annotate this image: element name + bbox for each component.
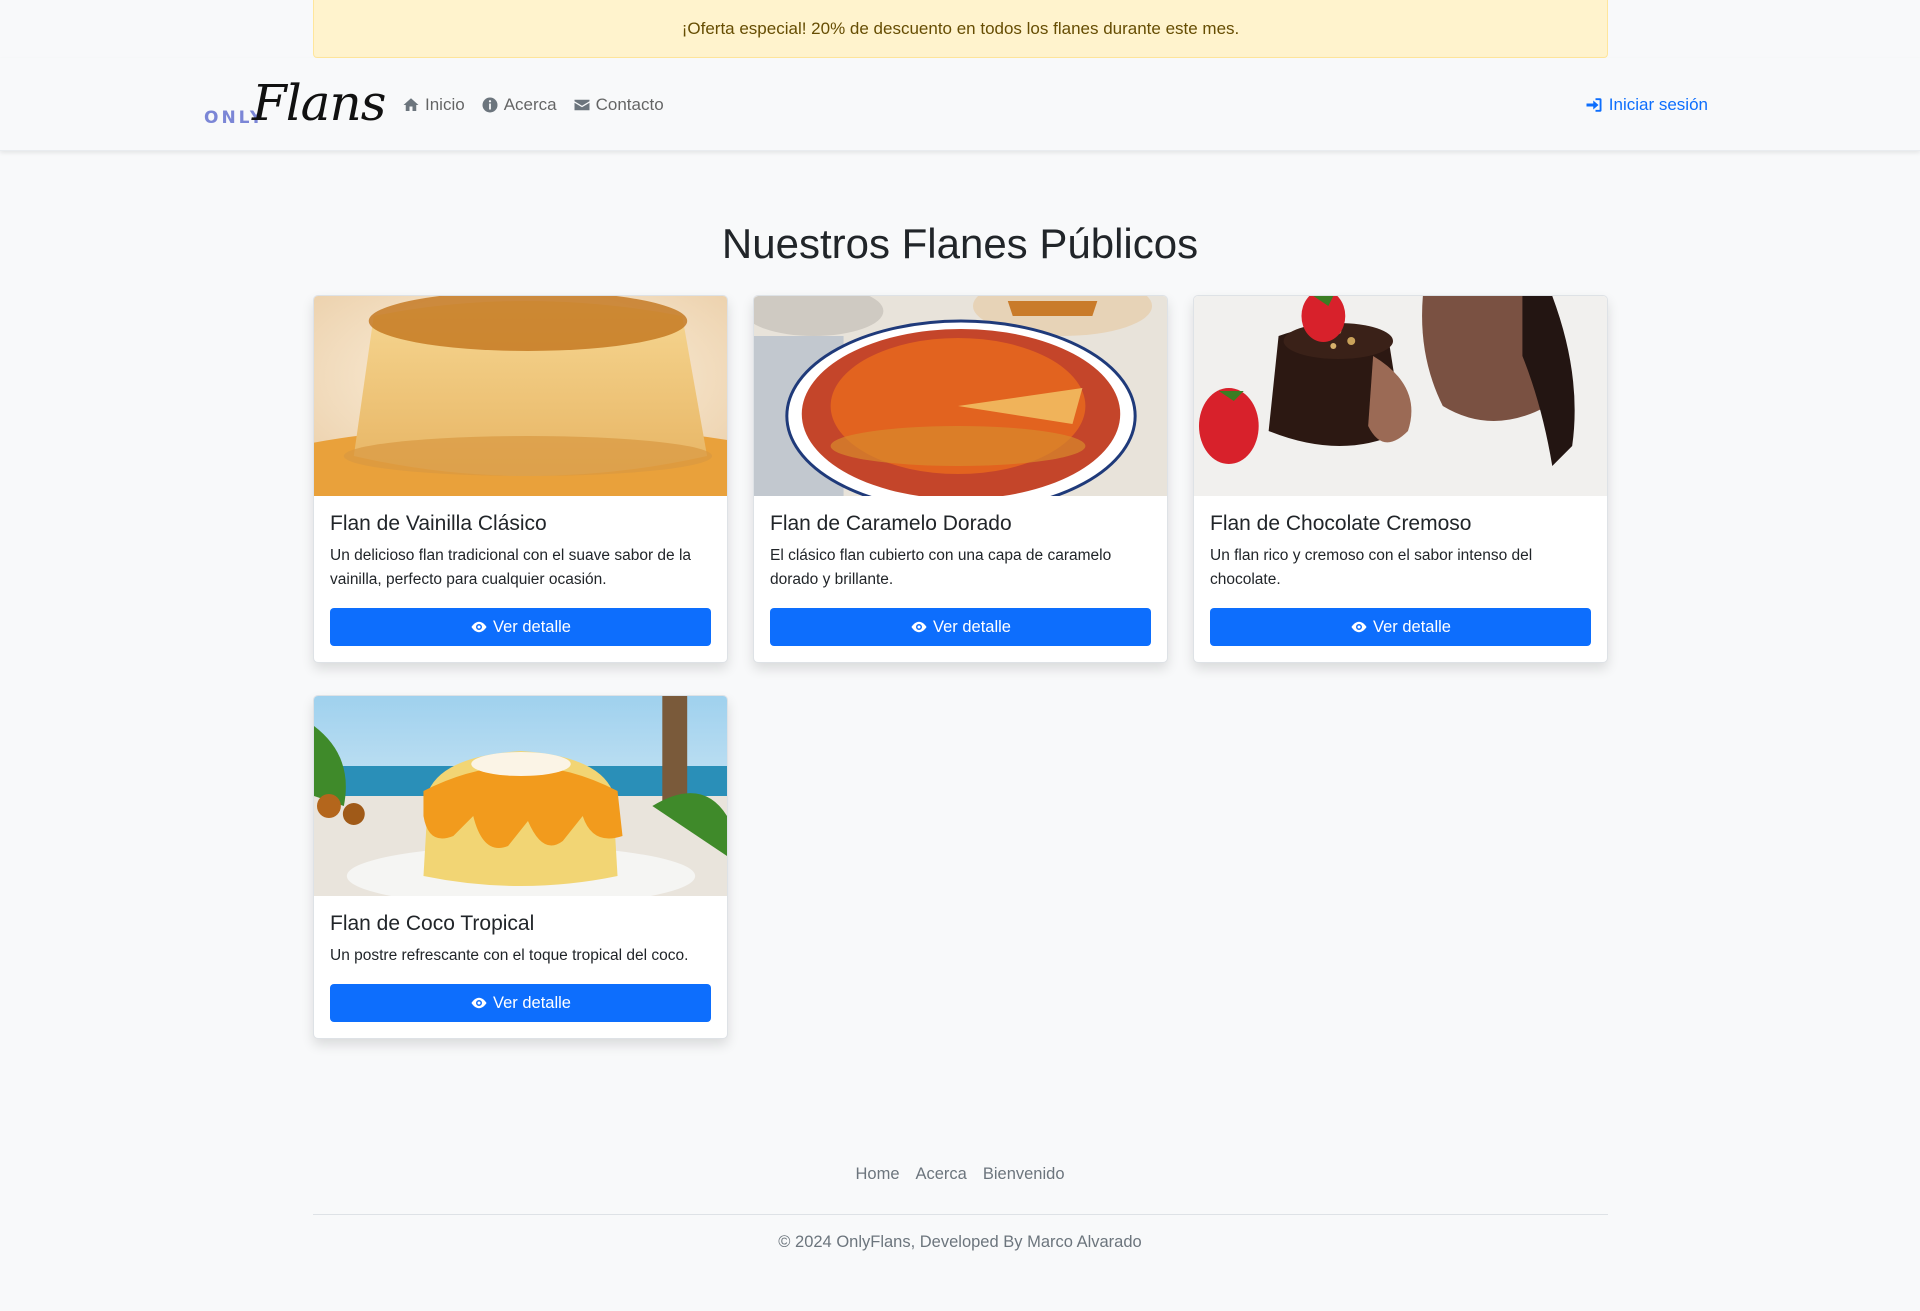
- footer-link-acerca[interactable]: Acerca: [916, 1165, 967, 1184]
- eye-icon: [911, 621, 927, 633]
- flan-card: Flan de Chocolate Cremoso Un flan rico y…: [1193, 295, 1608, 663]
- flan-card: Flan de Caramelo Dorado El clásico flan …: [753, 295, 1168, 663]
- flan-image: [314, 696, 727, 896]
- eye-icon: [471, 621, 487, 633]
- card-title: Flan de Coco Tropical: [330, 912, 535, 935]
- flan-image: [1194, 296, 1607, 496]
- brand-flans: Flans: [252, 74, 386, 132]
- flan-image: [754, 296, 1167, 496]
- button-label: Ver detalle: [493, 617, 571, 636]
- view-detail-button[interactable]: Ver detalle: [330, 984, 711, 1022]
- card-title: Flan de Chocolate Cremoso: [1210, 512, 1472, 535]
- footer-link-home[interactable]: Home: [855, 1165, 899, 1184]
- promo-text: ¡Oferta especial! 20% de descuento en to…: [681, 18, 1240, 38]
- login-label: Iniciar sesión: [1608, 94, 1708, 114]
- page-title: Nuestros Flanes Públicos: [721, 220, 1199, 267]
- home-icon: [403, 97, 419, 111]
- button-label: Ver detalle: [493, 993, 571, 1012]
- nav-item-label: Acerca: [503, 94, 557, 114]
- copyright: © 2024 OnlyFlans, Developed By Marco Alv…: [778, 1233, 1142, 1251]
- card-text: El clásico flan cubierto con una capa de…: [770, 547, 1112, 588]
- nav-item-acerca[interactable]: Acerca: [481, 95, 557, 115]
- card-text: Un flan rico y cremoso con el sabor inte…: [1210, 547, 1533, 588]
- nav-links: Inicio Acerca Contacto: [402, 58, 664, 151]
- eye-icon: [471, 997, 487, 1009]
- sign-in-icon: [1586, 97, 1602, 112]
- view-detail-button[interactable]: Ver detalle: [1210, 608, 1591, 646]
- card-title: Flan de Vainilla Clásico: [330, 512, 547, 535]
- card-text: Un delicioso flan tradicional con el sua…: [330, 547, 692, 588]
- button-label: Ver detalle: [1373, 617, 1451, 636]
- view-detail-button[interactable]: Ver detalle: [330, 608, 711, 646]
- nav-item-label: Contacto: [595, 94, 664, 114]
- nav-item-inicio[interactable]: Inicio: [402, 95, 465, 115]
- flan-image: [314, 296, 727, 496]
- nav-item-label: Inicio: [425, 94, 465, 114]
- button-label: Ver detalle: [933, 617, 1011, 636]
- footer-links: Home Acerca Bienvenido: [0, 1165, 1920, 1184]
- nav-item-contacto[interactable]: Contacto: [573, 95, 664, 115]
- envelope-icon: [574, 99, 590, 110]
- eye-icon: [1351, 621, 1367, 633]
- info-icon: [482, 97, 498, 112]
- footer-divider: [313, 1214, 1608, 1215]
- login-link[interactable]: Iniciar sesión: [1585, 58, 1708, 151]
- promo-banner: ¡Oferta especial! 20% de descuento en to…: [313, 0, 1608, 58]
- footer-link-bienvenido[interactable]: Bienvenido: [983, 1165, 1065, 1184]
- flan-card: Flan de Coco Tropical Un postre refresca…: [313, 695, 728, 1039]
- navbar: ONLY Flans Inicio Acerca Contacto Inicia…: [0, 58, 1920, 151]
- brand-logo[interactable]: ONLY Flans: [204, 74, 386, 136]
- view-detail-button[interactable]: Ver detalle: [770, 608, 1151, 646]
- card-title: Flan de Caramelo Dorado: [770, 512, 1012, 535]
- card-text: Un postre refrescante con el toque tropi…: [330, 947, 689, 964]
- flan-card: Flan de Vainilla Clásico Un delicioso fl…: [313, 295, 728, 663]
